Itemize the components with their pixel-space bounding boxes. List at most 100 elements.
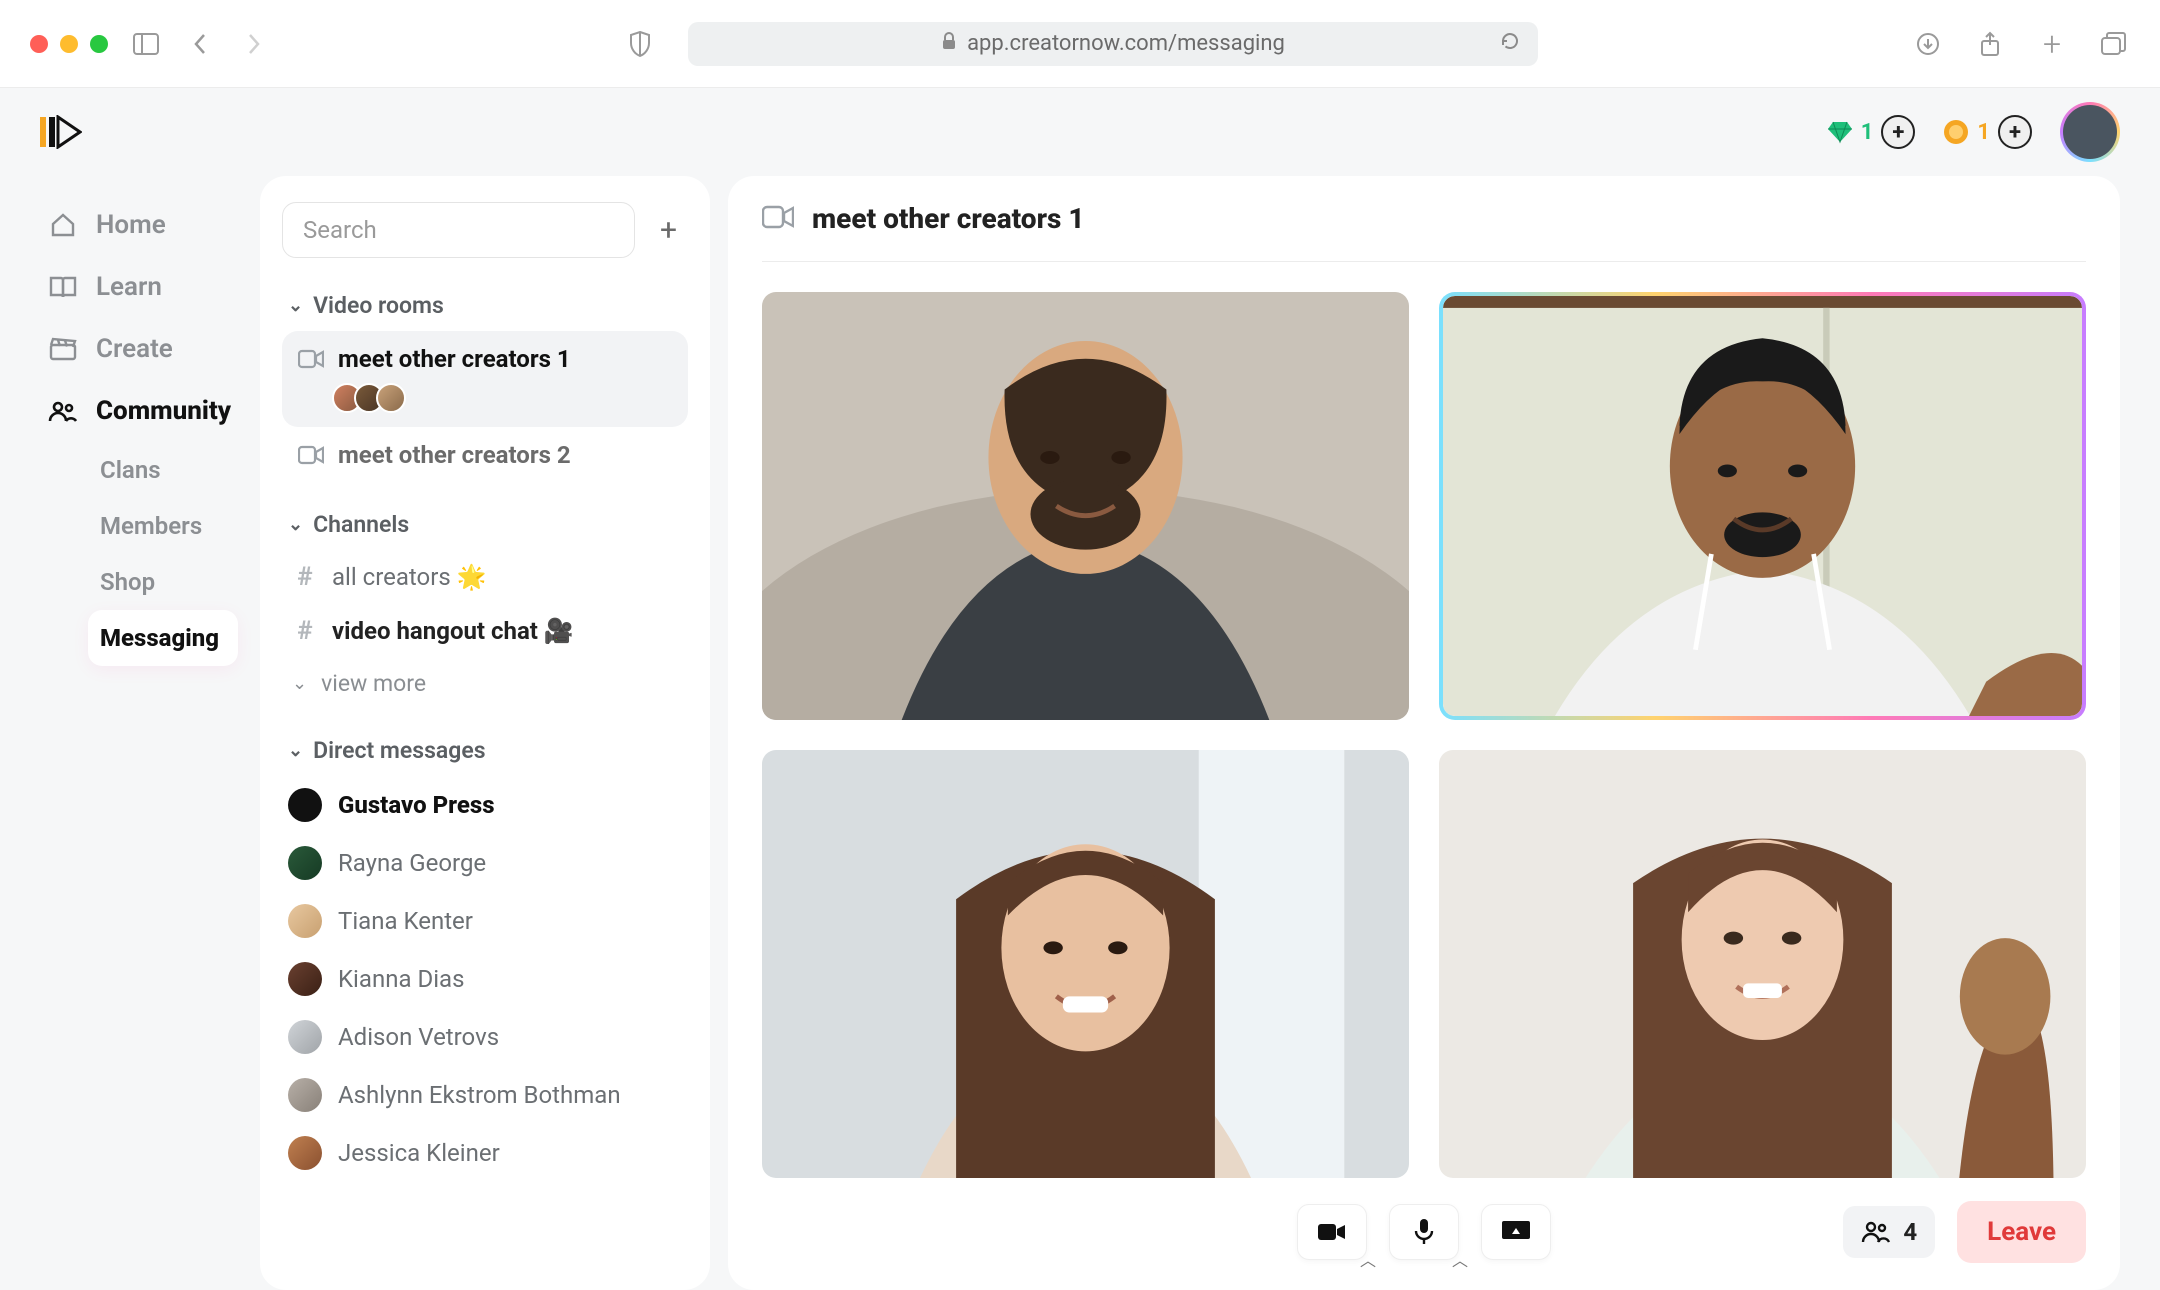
share-icon[interactable] <box>1974 28 2006 60</box>
dm-name: Kianna Dias <box>338 965 465 993</box>
video-call-panel: meet other creators 1 <box>728 176 2120 1290</box>
participant-avatars <box>298 383 672 413</box>
community-icon <box>48 396 78 426</box>
coin-count: 1 <box>1977 120 1990 145</box>
reload-icon[interactable] <box>1500 31 1520 57</box>
avatar <box>288 904 322 938</box>
search-input[interactable] <box>282 202 635 258</box>
dm-name: Gustavo Press <box>338 791 495 819</box>
video-grid <box>762 262 2086 1178</box>
section-direct-messages[interactable]: ⌄ Direct messages <box>282 725 688 776</box>
video-tile-3[interactable] <box>762 750 1409 1178</box>
dm-name: Ashlynn Ekstrom Bothman <box>338 1081 621 1109</box>
section-label: Video rooms <box>313 292 444 319</box>
add-coins-button[interactable]: + <box>1998 115 2032 149</box>
nav-create[interactable]: Create <box>36 318 238 380</box>
chevron-down-icon: ⌄ <box>288 514 303 535</box>
dm-name: Adison Vetrovs <box>338 1023 499 1051</box>
dm-item[interactable]: Gustavo Press <box>282 776 688 834</box>
close-window-button[interactable] <box>30 35 48 53</box>
app-logo[interactable] <box>40 115 82 149</box>
dm-item[interactable]: Rayna George <box>282 834 688 892</box>
hash-icon: # <box>292 616 318 646</box>
nav-label: Create <box>96 334 173 364</box>
participant-number: 4 <box>1903 1218 1917 1246</box>
messaging-sidebar: + ⌄ Video rooms meet other creators 1 me… <box>260 176 710 1290</box>
window-controls <box>30 35 108 53</box>
screenshare-toggle[interactable] <box>1481 1204 1551 1260</box>
chevron-down-icon: ⌄ <box>288 740 303 761</box>
nav-label: Community <box>96 396 231 426</box>
dm-item[interactable]: Ashlynn Ekstrom Bothman <box>282 1066 688 1124</box>
video-icon <box>298 445 324 465</box>
avatar <box>288 788 322 822</box>
minimize-window-button[interactable] <box>60 35 78 53</box>
download-icon[interactable] <box>1912 28 1944 60</box>
gem-count: 1 <box>1861 120 1874 145</box>
avatar <box>288 962 322 996</box>
dm-item[interactable]: Jessica Kleiner <box>282 1124 688 1182</box>
nav-clans[interactable]: Clans <box>88 442 238 498</box>
video-tile-1[interactable] <box>762 292 1409 720</box>
nav-learn[interactable]: Learn <box>36 256 238 318</box>
nav-members[interactable]: Members <box>88 498 238 554</box>
sidebar-toggle-icon[interactable] <box>130 28 162 60</box>
avatar <box>288 846 322 880</box>
coin-balance[interactable]: 1 + <box>1943 115 2032 149</box>
back-button[interactable] <box>184 28 216 60</box>
channels-view-more[interactable]: ⌄ view more <box>282 658 688 709</box>
app-topbar: 1 + 1 + <box>0 88 2160 176</box>
chevron-up-icon[interactable]: ︿ <box>1360 1247 1376 1271</box>
hash-icon: # <box>292 562 318 592</box>
avatar <box>288 1136 322 1170</box>
new-tab-icon[interactable]: + <box>2036 28 2068 60</box>
participant-count[interactable]: 4 <box>1843 1206 1935 1258</box>
video-icon <box>298 349 324 369</box>
book-icon <box>48 272 78 302</box>
maximize-window-button[interactable] <box>90 35 108 53</box>
url-bar[interactable]: app.creatornow.com/messaging <box>688 22 1538 66</box>
chevron-down-icon: ⌄ <box>288 295 303 316</box>
dm-item[interactable]: Tiana Kenter <box>282 892 688 950</box>
coin-icon <box>1943 119 1969 145</box>
room-title: meet other creators 1 <box>812 202 1085 235</box>
video-room-2[interactable]: meet other creators 2 <box>282 427 688 483</box>
nav-home[interactable]: Home <box>36 194 238 256</box>
nav-community[interactable]: Community <box>36 380 238 442</box>
leave-button[interactable]: Leave <box>1957 1201 2086 1263</box>
nav-shop[interactable]: Shop <box>88 554 238 610</box>
view-more-label: view more <box>321 670 426 697</box>
nav-sub-label: Clans <box>100 456 161 484</box>
primary-nav: Home Learn Create Community Clans Member… <box>0 176 260 1290</box>
dm-name: Tiana Kenter <box>338 907 473 935</box>
add-gems-button[interactable]: + <box>1881 115 1915 149</box>
mic-toggle[interactable]: ︿ <box>1389 1204 1459 1260</box>
chevron-down-icon: ⌄ <box>292 673 307 694</box>
video-tile-2[interactable] <box>1439 292 2086 720</box>
channel-all-creators[interactable]: # all creators 🌟 <box>282 550 688 604</box>
section-video-rooms[interactable]: ⌄ Video rooms <box>282 280 688 331</box>
profile-avatar[interactable] <box>2060 102 2120 162</box>
nav-sub-label: Members <box>100 512 202 540</box>
nav-sub-label: Messaging <box>100 624 219 652</box>
video-room-1[interactable]: meet other creators 1 <box>282 331 688 427</box>
channel-video-hangout[interactable]: # video hangout chat 🎥 <box>282 604 688 658</box>
nav-messaging[interactable]: Messaging <box>88 610 238 666</box>
dm-name: Jessica Kleiner <box>338 1139 500 1167</box>
url-text: app.creatornow.com/messaging <box>967 31 1285 56</box>
forward-button[interactable] <box>238 28 270 60</box>
tabs-icon[interactable] <box>2098 28 2130 60</box>
section-label: Channels <box>313 511 409 538</box>
shield-icon[interactable] <box>624 28 656 60</box>
room-label: meet other creators 2 <box>338 441 571 469</box>
avatar <box>288 1078 322 1112</box>
gem-balance[interactable]: 1 + <box>1827 115 1916 149</box>
video-tile-4[interactable] <box>1439 750 2086 1178</box>
dm-item[interactable]: Kianna Dias <box>282 950 688 1008</box>
chevron-up-icon[interactable]: ︿ <box>1452 1247 1468 1271</box>
nav-label: Home <box>96 210 166 240</box>
dm-item[interactable]: Adison Vetrovs <box>282 1008 688 1066</box>
new-conversation-button[interactable]: + <box>649 210 688 250</box>
section-channels[interactable]: ⌄ Channels <box>282 499 688 550</box>
camera-toggle[interactable]: ︿ <box>1297 1204 1367 1260</box>
